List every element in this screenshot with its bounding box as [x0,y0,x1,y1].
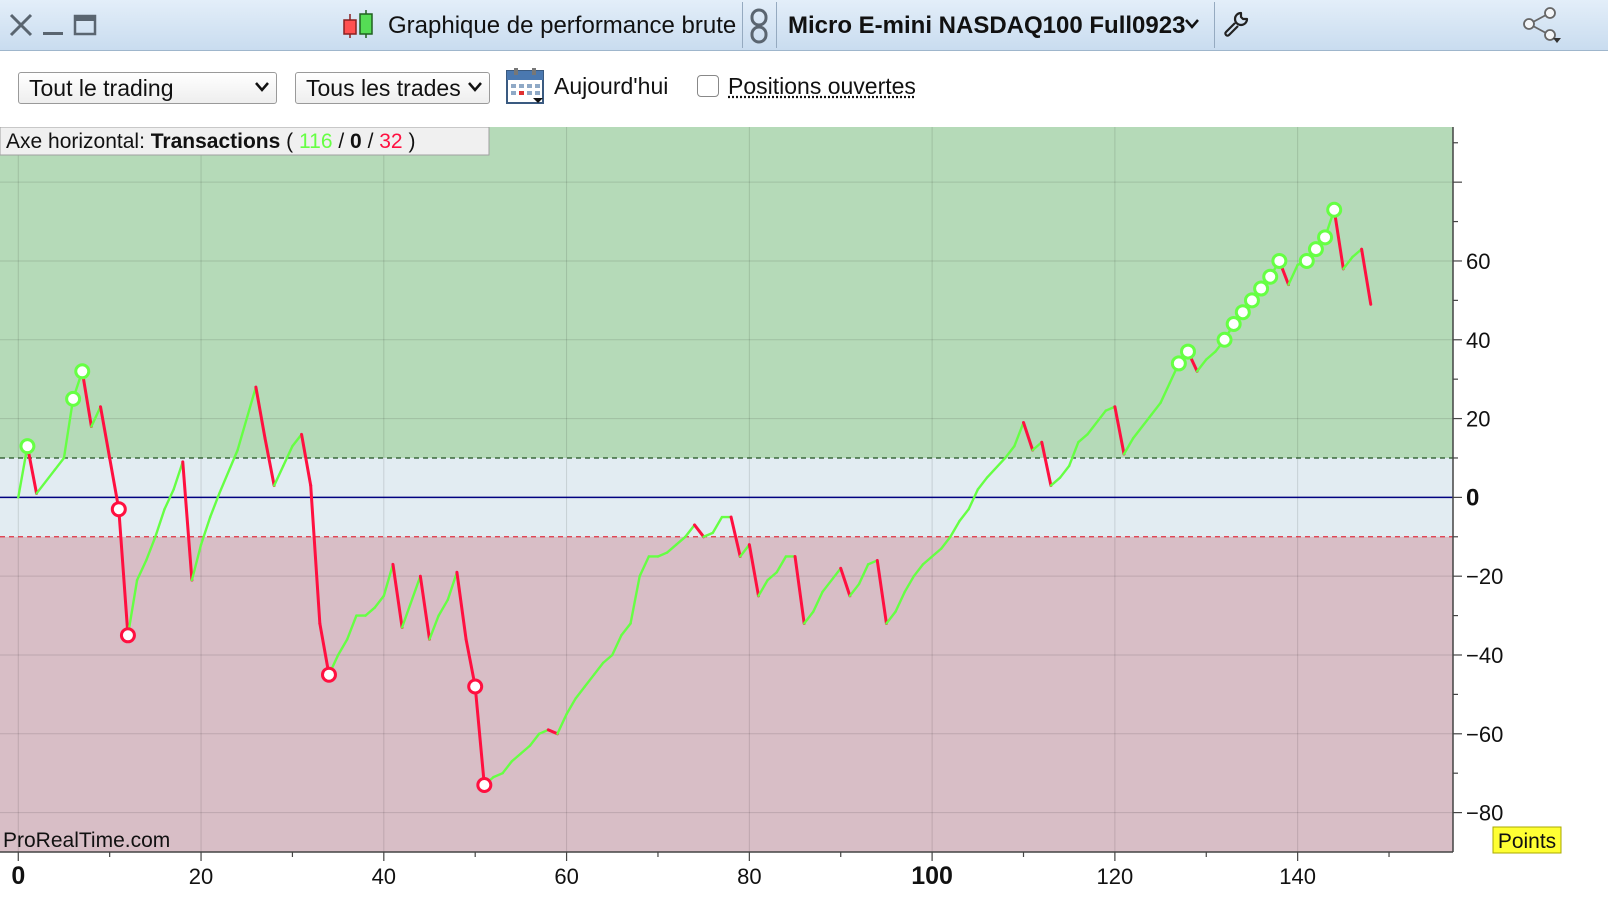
y-tick-label: 40 [1466,328,1490,353]
trading-scope-value: Tout le trading [29,75,174,101]
new-high-marker [1262,268,1279,285]
new-low-marker [467,678,484,695]
x-tick-label: 80 [737,864,761,889]
new-low-marker [119,627,136,644]
close-icon[interactable] [8,12,34,38]
x-tick-label: 20 [189,864,213,889]
y-tick-label: −80 [1466,801,1503,826]
open-positions-label[interactable]: Positions ouvertes [728,73,916,100]
window-title: Graphique de performance brute [388,12,737,39]
chevron-down-icon[interactable] [1184,17,1200,31]
chevron-down-icon [468,82,482,92]
new-low-marker [476,777,493,794]
trades-filter-value: Tous les trades [306,75,461,101]
x-tick-label: 120 [1097,864,1134,889]
x-tick-label: 140 [1279,864,1316,889]
new-high-marker [1170,355,1187,372]
link-icon[interactable] [748,8,770,44]
new-high-marker [1216,331,1233,348]
new-high-marker [1317,229,1334,246]
unit-badge-label: Points [1498,830,1556,853]
new-high-marker [1298,252,1315,269]
watermark: ProRealTime.com [3,829,170,852]
profit-zone [0,127,1453,458]
loss-count: 32 [379,130,402,153]
today-button[interactable]: Aujourd'hui [554,73,668,100]
y-tick-label: −40 [1466,643,1503,668]
loss-zone [0,536,1453,852]
maximize-icon[interactable] [72,12,98,38]
new-high-marker [1271,252,1288,269]
wrench-icon[interactable] [1222,10,1250,38]
new-high-marker [1326,201,1343,218]
new-high-marker [1234,304,1251,321]
new-high-marker [1179,343,1196,360]
trades-filter-select[interactable]: Tous les trades [295,72,490,104]
open-positions-checkbox[interactable] [697,75,719,97]
chevron-down-icon [255,82,269,92]
candlestick-icon [343,10,373,38]
share-icon[interactable] [1522,6,1562,46]
x-tick-label: 100 [911,862,953,890]
trading-scope-select[interactable]: Tout le trading [18,72,277,104]
new-low-marker [110,501,127,518]
x-tick-label: 40 [372,864,396,889]
calendar-icon[interactable] [505,67,545,105]
neutral-count: 0 [350,130,362,153]
new-low-marker [320,666,337,683]
new-high-marker [1307,241,1324,258]
new-high-marker [19,438,36,455]
toolbar: Tout le trading Tous les trades Aujourd'… [0,51,1608,127]
minimize-icon[interactable] [40,12,66,38]
y-tick-label: −20 [1466,564,1503,589]
y-tick-label: 60 [1466,249,1490,274]
win-count: 116 [299,130,332,153]
new-high-marker [65,390,82,407]
y-tick-label: 20 [1466,407,1490,432]
new-high-marker [1225,316,1242,333]
new-high-marker [1243,292,1260,309]
axis-info-text: Axe horizontal: Transactions ( 116 / 0 /… [6,130,415,153]
y-tick-label: 0 [1466,484,1479,511]
title-bar: Graphique de performance brute Micro E-m… [0,0,1608,51]
y-tick-label: −60 [1466,722,1503,747]
instrument-selector[interactable]: Micro E-mini NASDAQ100 Full0923 [788,12,1185,40]
new-high-marker [74,363,91,380]
x-tick-label: 0 [11,862,25,890]
performance-chart: 0 20 40 60 80 100 120 140 60 40 20 0 −20 −40 −60 −80 A… [0,127,1608,916]
x-tick-label: 60 [554,864,578,889]
new-high-marker [1253,280,1270,297]
